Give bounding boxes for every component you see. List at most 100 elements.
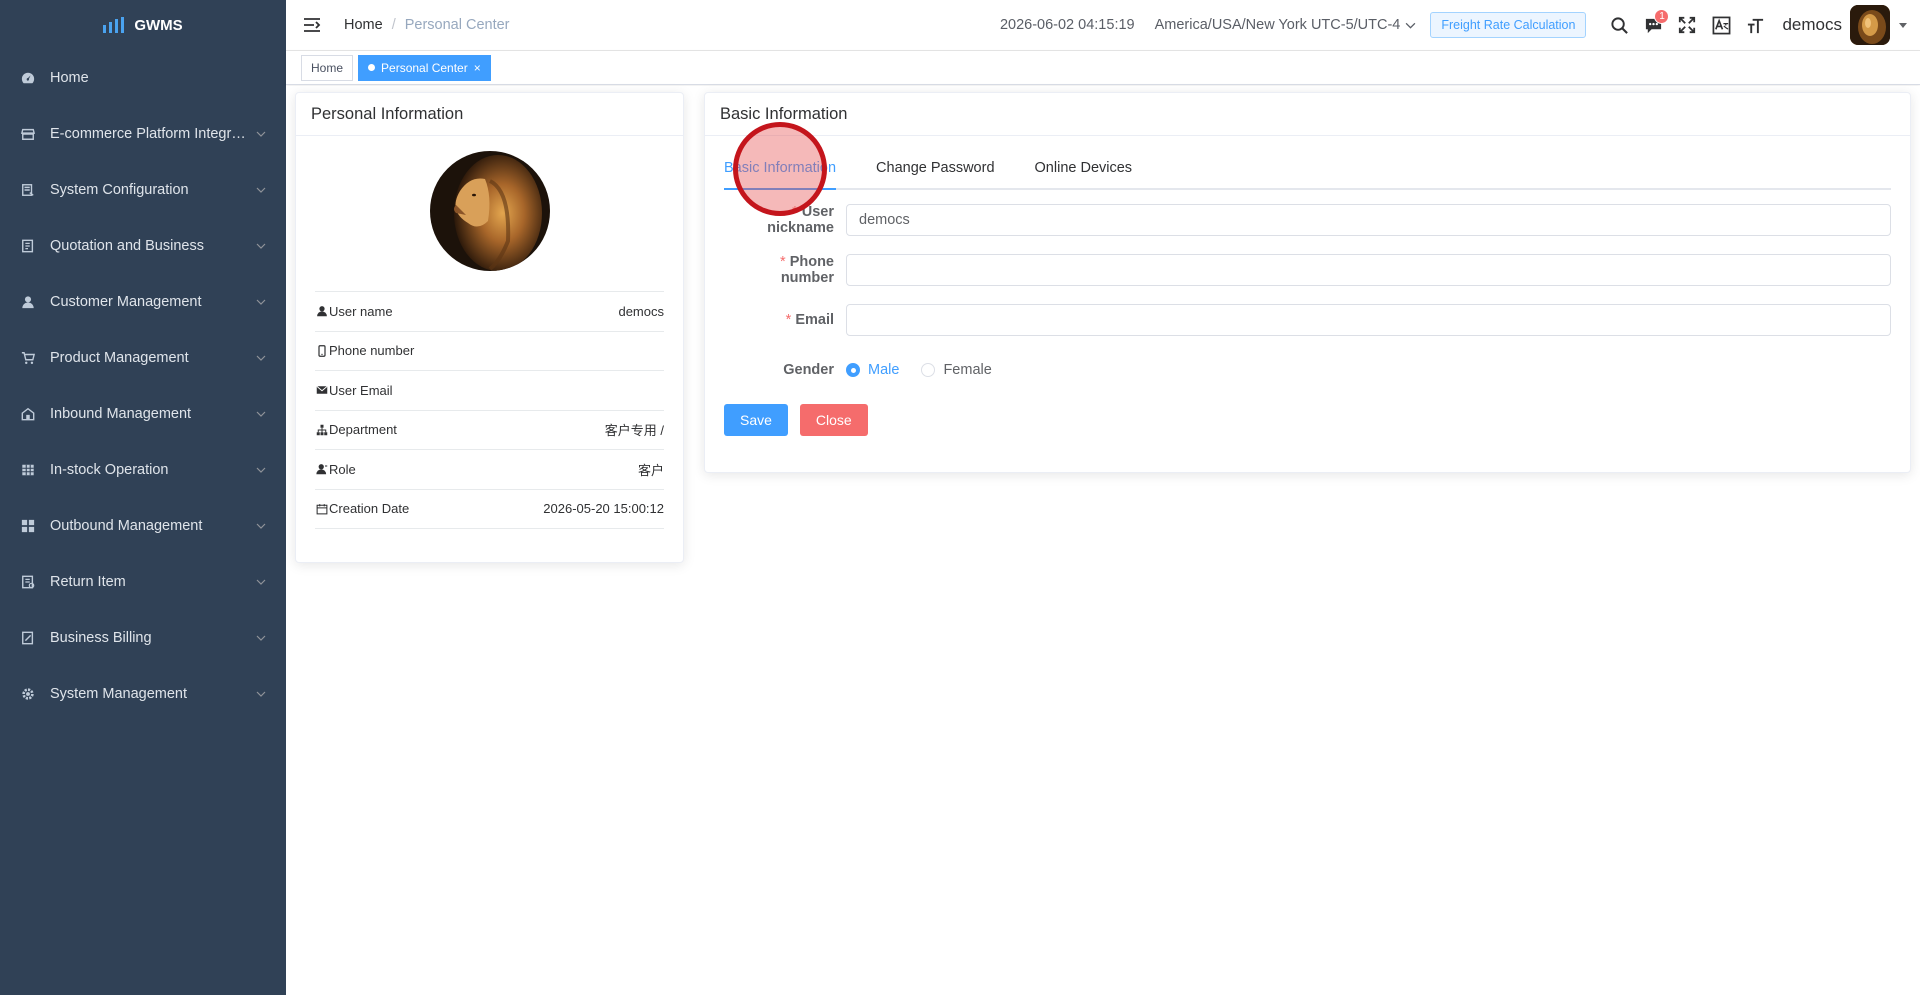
nickname-input[interactable] (846, 204, 1891, 236)
chevron-down-icon (256, 299, 266, 305)
main-content: Personal Information User name democs Ph… (286, 86, 1920, 995)
card-title: Personal Information (296, 93, 683, 136)
nickname-label: * User nickname (724, 204, 846, 236)
tag-home[interactable]: Home (301, 54, 354, 81)
sidebar-item-in-stock-operation[interactable]: In-stock Operation (0, 442, 286, 498)
required-mark: * (780, 254, 786, 270)
tab-basic-information[interactable]: Basic Information (724, 148, 837, 190)
label-text: Phone number (780, 254, 834, 286)
info-row-creation-date: Creation Date 2026-05-20 15:00:12 (315, 490, 664, 529)
sidebar-item-home[interactable]: Home (0, 50, 286, 106)
user-icon (20, 294, 36, 310)
header-avatar (1850, 5, 1890, 45)
header-username: democs (1782, 15, 1842, 34)
gender-label: Gender (783, 362, 834, 378)
email-icon (315, 384, 328, 397)
app-logo[interactable]: GWMS (0, 0, 286, 50)
active-dot-icon (368, 64, 376, 71)
gender-radio-male[interactable]: Male (846, 362, 899, 378)
grid-icon (20, 518, 36, 534)
info-value: 客户 (637, 462, 664, 478)
sidebar-item-label: Business Billing (50, 630, 152, 646)
user-icon (315, 305, 328, 318)
info-label: Department (329, 422, 397, 438)
label-text: Email (795, 312, 834, 328)
sidebar-item-inbound-management[interactable]: Inbound Management (0, 386, 286, 442)
sidebar-item-business-billing[interactable]: Business Billing (0, 610, 286, 666)
info-value: 2026-05-20 15:00:12 (543, 501, 664, 517)
sidebar-item-product-management[interactable]: Product Management (0, 330, 286, 386)
card-title: Basic Information (705, 93, 1910, 136)
sidebar-menu: Home E-commerce Platform Integr… System … (0, 50, 286, 722)
close-button[interactable]: Close (799, 404, 868, 436)
sidebar-item-system-management[interactable]: System Management (0, 666, 286, 722)
info-label: Phone number (329, 343, 415, 359)
dashboard-icon (20, 70, 36, 86)
chevron-down-icon (256, 355, 266, 361)
info-row-phone: Phone number (315, 332, 664, 371)
chevron-down-icon (256, 187, 266, 193)
sidebar-item-label: Home (50, 70, 89, 86)
tab-online-devices[interactable]: Online Devices (1035, 148, 1133, 188)
return-icon (20, 574, 36, 590)
sidebar-item-outbound-management[interactable]: Outbound Management (0, 498, 286, 554)
info-row-username: User name democs (315, 292, 664, 332)
sidebar: GWMS Home E-commerce Platform Integr… Sy… (0, 0, 286, 995)
tags-view: Home Personal Center × (286, 51, 1920, 85)
sidebar-item-label: Inbound Management (50, 406, 192, 422)
avatar-container (296, 136, 683, 271)
info-value: democs (618, 303, 664, 319)
hamburger-icon[interactable] (302, 15, 322, 35)
email-input[interactable] (846, 304, 1891, 336)
sidebar-item-system-configuration[interactable]: System Configuration (0, 162, 286, 218)
sidebar-item-label: System Configuration (50, 182, 189, 198)
gender-radio-female[interactable]: Female (921, 362, 992, 378)
font-size-icon[interactable] (1738, 8, 1772, 42)
sidebar-item-ecommerce[interactable]: E-commerce Platform Integr… (0, 106, 286, 162)
fullscreen-icon[interactable] (1670, 8, 1704, 42)
sidebar-item-label: Outbound Management (50, 518, 203, 534)
profile-tabs: Basic Information Change Password Online… (724, 136, 1891, 190)
header-right: 2026-06-02 04:15:19 America/USA/New York… (1000, 0, 1908, 50)
sidebar-item-quotation[interactable]: Quotation and Business (0, 218, 286, 274)
search-icon[interactable] (1602, 8, 1636, 42)
close-icon[interactable]: × (474, 61, 481, 75)
radio-checked-icon (846, 363, 860, 377)
chevron-down-icon (256, 467, 266, 473)
sidebar-item-label: System Management (50, 686, 188, 702)
shop-icon (20, 126, 36, 142)
message-icon[interactable]: 1 (1636, 8, 1670, 42)
tree-icon (315, 423, 328, 436)
top-navbar: Home / Personal Center 2026-06-02 04:15:… (286, 0, 1920, 51)
phone-label: * Phone number (724, 254, 846, 286)
info-row-department: Department 客户专用 / (315, 411, 664, 450)
config-icon (20, 182, 36, 198)
freight-rate-calculation-button[interactable]: Freight Rate Calculation (1430, 12, 1587, 38)
chevron-down-icon (256, 411, 266, 417)
info-label: Role (329, 461, 356, 477)
user-dropdown[interactable]: democs (1782, 5, 1908, 45)
sidebar-item-return-item[interactable]: Return Item (0, 554, 286, 610)
basic-info-form: *User nickname *Phone number *Email Gend… (724, 204, 1891, 436)
info-label: User Email (329, 382, 393, 398)
info-value: 客户专用 / (604, 423, 664, 439)
profile-avatar[interactable] (429, 151, 550, 271)
required-mark: * (792, 204, 798, 220)
translate-icon[interactable] (1704, 8, 1738, 42)
personal-information-card: Personal Information User name democs Ph… (295, 92, 684, 563)
sidebar-item-customer-management[interactable]: Customer Management (0, 274, 286, 330)
breadcrumb-home[interactable]: Home (344, 17, 383, 33)
chevron-down-icon (1405, 22, 1416, 29)
sidebar-item-label: Quotation and Business (50, 238, 204, 254)
breadcrumb: Home / Personal Center (344, 17, 510, 33)
tab-change-password[interactable]: Change Password (876, 148, 995, 188)
save-button[interactable]: Save (724, 404, 788, 436)
sidebar-item-label: In-stock Operation (50, 462, 169, 478)
radio-unchecked-icon (921, 363, 936, 377)
gear-icon (20, 686, 36, 702)
tag-personal-center[interactable]: Personal Center × (358, 54, 491, 81)
info-label: Creation Date (329, 501, 410, 517)
timezone-select[interactable]: America/USA/New York UTC-5/UTC-4 (1155, 17, 1417, 33)
sidebar-item-label: E-commerce Platform Integr… (50, 126, 246, 142)
phone-input[interactable] (846, 254, 1891, 286)
